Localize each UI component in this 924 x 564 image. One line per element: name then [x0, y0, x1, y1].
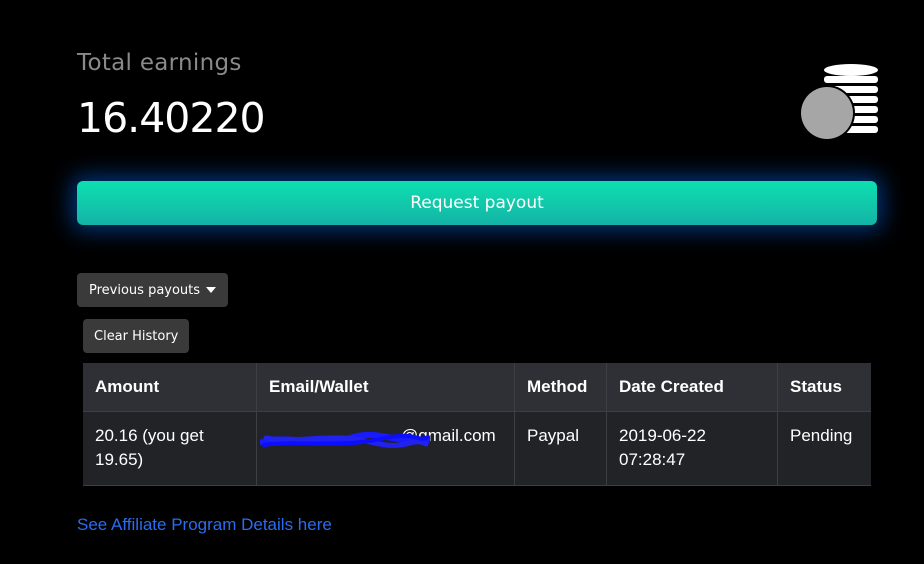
cell-amount: 20.16 (you get 19.65) [83, 411, 257, 486]
total-earnings-label: Total earnings [77, 50, 242, 76]
header-date-created: Date Created [606, 363, 778, 412]
earnings-major: 16.40 [77, 94, 190, 142]
header-method: Method [514, 363, 607, 412]
cell-email-wallet: @gmail.com [256, 411, 515, 486]
cell-date-created: 2019-06-22 07:28:47 [606, 411, 778, 486]
affiliate-program-link[interactable]: See Affiliate Program Details here [77, 515, 332, 535]
clear-history-button[interactable]: Clear History [83, 319, 190, 353]
header-amount: Amount [83, 363, 257, 412]
table-header-row: Amount Email/Wallet Method Date Created … [83, 363, 871, 412]
payouts-table: Amount Email/Wallet Method Date Created … [83, 363, 871, 486]
caret-down-icon [206, 287, 217, 293]
previous-payouts-label: Previous payouts [89, 282, 201, 298]
email-visible-part: @gmail.com [401, 426, 496, 445]
previous-payouts-dropdown[interactable]: Previous payouts [77, 273, 229, 307]
earnings-minor: 220 [189, 94, 265, 142]
header-email-wallet: Email/Wallet [256, 363, 515, 412]
cell-method: Paypal [514, 411, 607, 486]
total-earnings-value: 16.40220 [77, 94, 266, 142]
coins-stack-icon [799, 64, 878, 141]
cell-status: Pending [777, 411, 871, 486]
header-status: Status [777, 363, 871, 412]
request-payout-button[interactable]: Request payout [77, 181, 877, 225]
table-row: 20.16 (you get 19.65) @gmail.com Paypal … [83, 411, 871, 486]
earnings-page: Total earnings 16.40220 Request payout P… [0, 0, 924, 564]
